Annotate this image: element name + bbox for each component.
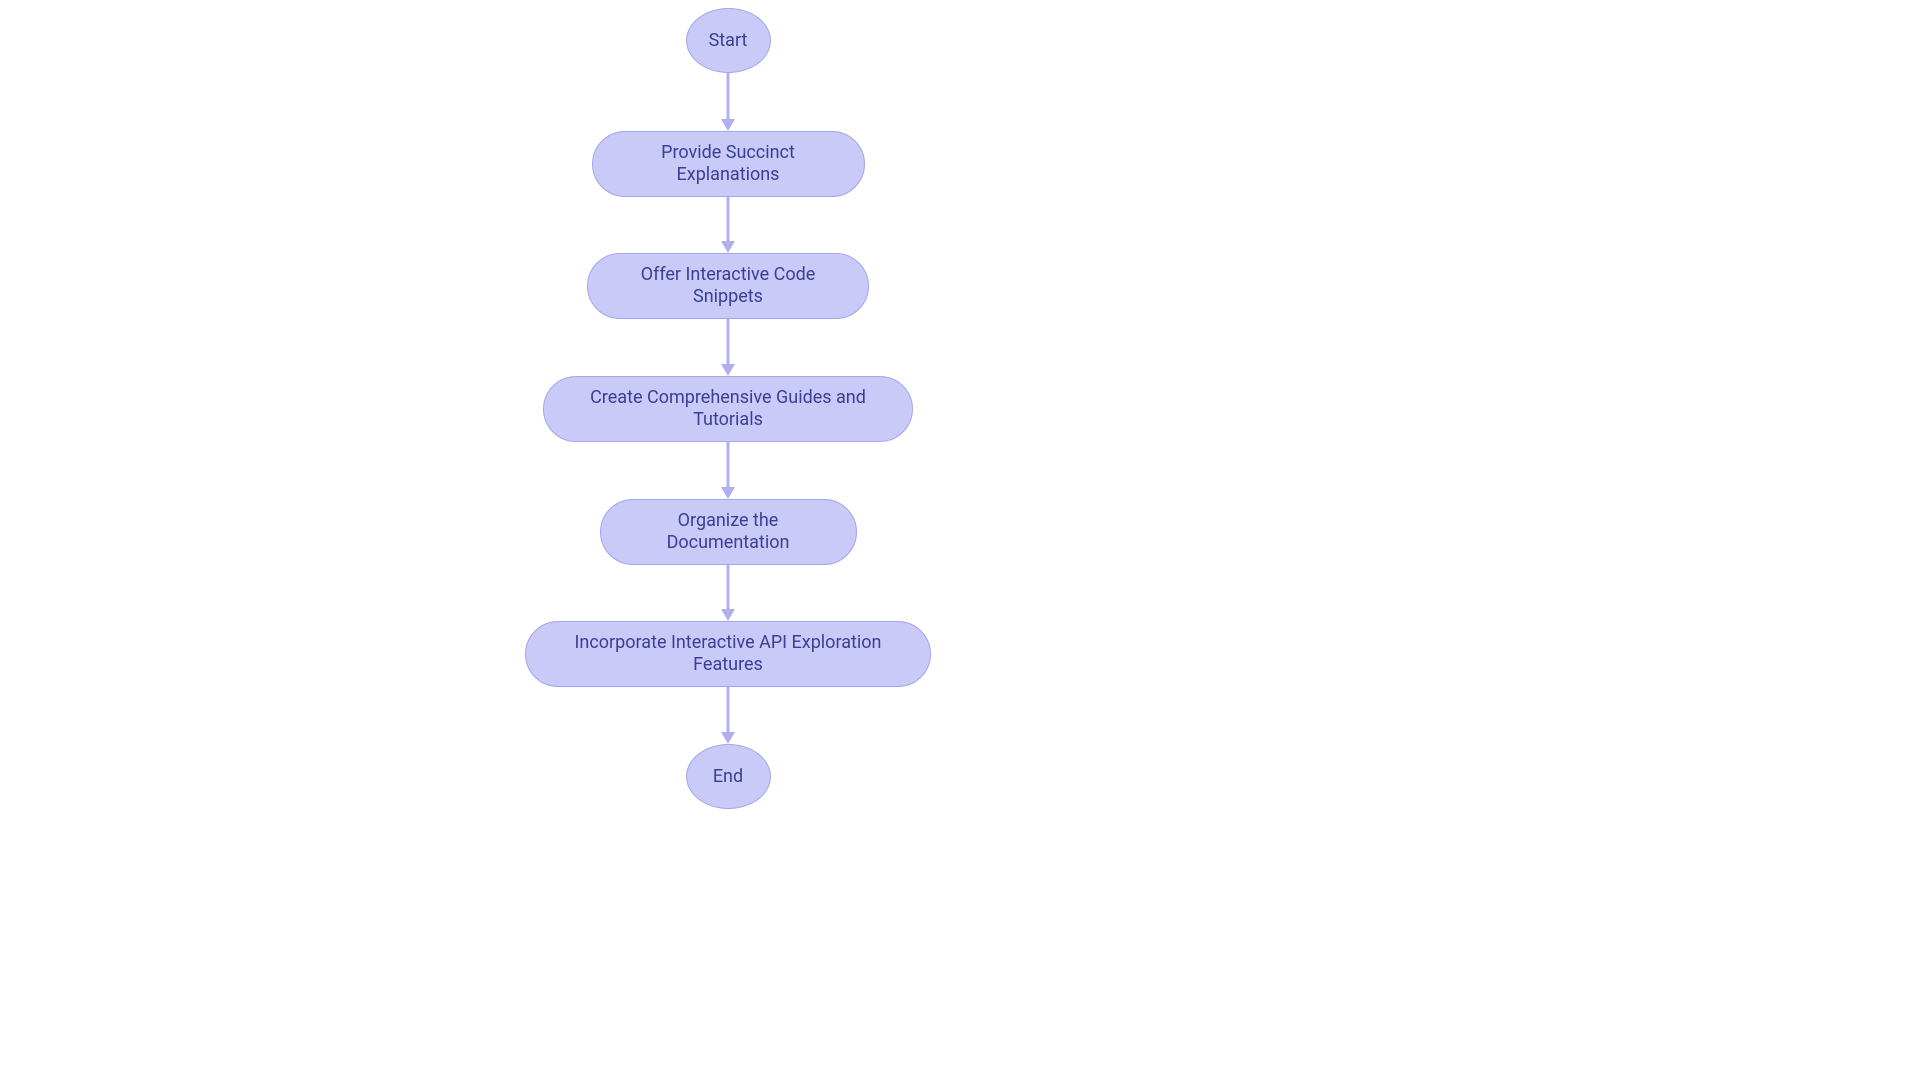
flow-arrow-4 bbox=[727, 565, 730, 609]
flow-arrow-2 bbox=[727, 319, 730, 364]
flow-arrowhead-3 bbox=[721, 487, 735, 499]
flow-node-n3: Create Comprehensive Guides and Tutorial… bbox=[543, 376, 913, 442]
flow-arrow-1 bbox=[727, 197, 730, 241]
flow-arrow-5 bbox=[727, 687, 730, 732]
flow-arrowhead-4 bbox=[721, 609, 735, 621]
flow-node-end: End bbox=[686, 744, 771, 809]
flow-node-n4: Organize the Documentation bbox=[600, 499, 857, 565]
flowchart-canvas: Start Provide Succinct Explanations Offer … bbox=[0, 0, 1920, 1080]
flow-node-n1: Provide Succinct Explanations bbox=[592, 131, 865, 197]
flow-node-start: Start bbox=[686, 8, 771, 73]
flow-node-n2: Offer Interactive Code Snippets bbox=[587, 253, 869, 319]
flow-arrowhead-2 bbox=[721, 364, 735, 376]
flow-arrowhead-5 bbox=[721, 732, 735, 744]
flow-arrowhead-1 bbox=[721, 241, 735, 253]
flow-arrow-3 bbox=[727, 442, 730, 487]
flow-arrow-0 bbox=[727, 73, 730, 119]
flow-arrowhead-0 bbox=[721, 119, 735, 131]
flow-node-n5: Incorporate Interactive API Exploration … bbox=[525, 621, 931, 687]
